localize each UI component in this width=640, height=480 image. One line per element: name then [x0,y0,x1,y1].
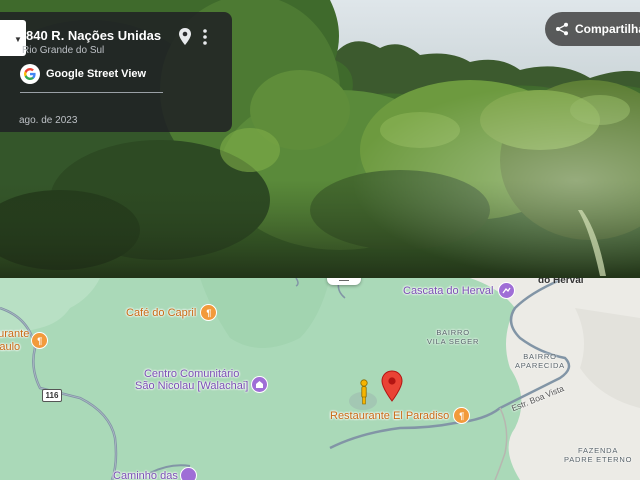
mini-map[interactable]: Cascata do Herval do Herval Café do Capr… [0,278,640,480]
google-logo-icon [20,64,40,84]
more-vert-icon [203,29,207,45]
share-button[interactable]: Compartilhar [545,12,640,46]
place-label: aurante Paulo [0,328,30,353]
address-title: 840 R. Nações Unidas [26,28,162,43]
restaurant-icon: ¶ [200,304,218,321]
street-view-panorama[interactable]: ▼ 840 R. Nações Unidas Rio Grande do Sul [0,0,640,278]
place-label: Caminho das [113,469,178,480]
share-icon [556,22,568,36]
place-label: Café do Capril [126,306,197,319]
split-resize-handle[interactable] [327,278,361,285]
brand-label: Google Street View [46,68,147,80]
location-marker-icon[interactable] [380,370,404,402]
chevron-down-icon: ▼ [14,34,22,44]
capture-date: ago. de 2023 [19,115,78,126]
location-pin-icon [179,28,191,45]
place-cascata-do-herval[interactable]: Cascata do Herval [403,282,515,299]
place-label: Centro Comunitário São Nicolau [Walachai… [135,367,249,392]
address-subtitle: Rio Grande do Sul [22,45,105,56]
location-pin-button[interactable] [176,26,194,48]
attraction-icon [179,467,197,480]
route-shield-116: 116 [42,389,62,402]
restaurant-icon: ¶ [31,332,49,349]
place-centro-comunitario[interactable]: Centro Comunitário São Nicolau [Walachai… [135,366,269,393]
area-label-padre-eterno: FAZENDA PADRE ETERNO [564,446,633,464]
restaurant-icon: ¶ [453,407,471,424]
google-street-view-brand: Google Street View [20,64,146,84]
attraction-icon [497,282,515,299]
community-center-icon [251,376,269,393]
pegman-icon[interactable] [358,379,370,405]
street-view-info-card: ▼ 840 R. Nações Unidas Rio Grande do Sul [0,12,232,132]
place-caminho-das[interactable]: Caminho das [113,467,197,480]
area-label-vila-seger: BAIRRO VILA SEGER [427,328,480,346]
map-base [0,278,640,480]
area-label-aparecida: BAIRRO APARECIDA [515,352,565,370]
place-cafe-do-capril[interactable]: Café do Capril ¶ [126,304,218,321]
place-label: Cascata do Herval [403,284,494,297]
place-restaurante-el-paradiso[interactable]: Restaurante El Paradiso ¶ [330,407,471,424]
more-options-button[interactable] [199,26,211,48]
place-restaurante-paulo[interactable]: aurante Paulo ¶ [0,328,49,354]
card-divider [20,92,163,93]
share-label: Compartilhar [575,22,640,36]
town-label: do Herval [538,278,584,286]
place-label: Restaurante El Paradiso [330,409,450,422]
